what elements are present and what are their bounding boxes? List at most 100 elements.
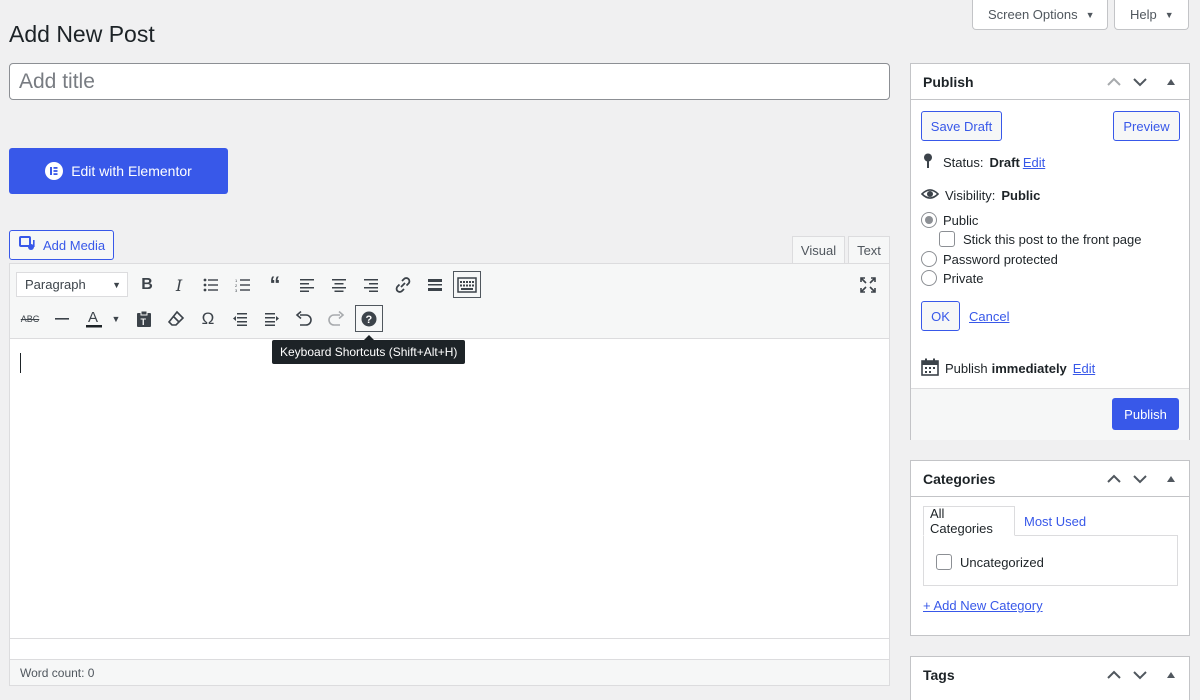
format-select[interactable]: Paragraph ▼ — [16, 272, 128, 297]
categories-box-header: Categories — [911, 461, 1189, 497]
add-new-category-link[interactable]: + Add New Category — [923, 598, 1043, 613]
category-checkbox[interactable] — [936, 554, 952, 570]
publish-time-edit-link[interactable]: Edit — [1073, 361, 1095, 376]
category-item[interactable]: Uncategorized — [936, 554, 1044, 570]
visibility-ok-button[interactable]: OK — [921, 301, 960, 331]
special-character-icon[interactable]: Ω — [195, 306, 221, 332]
text-color-caret-icon[interactable]: ▼ — [109, 306, 123, 332]
chevron-up-icon[interactable] — [1105, 470, 1123, 488]
preview-button[interactable]: Preview — [1113, 111, 1180, 141]
undo-icon[interactable] — [291, 306, 317, 332]
text-cursor — [20, 353, 21, 373]
help-button[interactable]: Help ▼ — [1114, 0, 1189, 30]
chevron-down-icon[interactable] — [1131, 73, 1149, 91]
eye-icon — [920, 188, 940, 203]
link-icon[interactable] — [390, 272, 416, 298]
svg-text:?: ? — [366, 314, 373, 326]
publish-time-row: Publish immediately Edit — [921, 358, 1095, 379]
tab-text[interactable]: Text — [848, 236, 890, 264]
publish-box: Publish Save Draft Preview Status: Draft… — [910, 63, 1190, 440]
publish-box-title: Publish — [923, 73, 974, 90]
visibility-option-private[interactable]: Private — [921, 270, 983, 286]
tab-all-categories[interactable]: All Categories — [923, 506, 1015, 536]
caret-down-icon: ▼ — [1164, 9, 1174, 20]
paste-text-icon[interactable]: T — [131, 306, 157, 332]
status-row: Status: Draft Edit — [923, 153, 1045, 172]
sticky-option[interactable]: Stick this post to the front page — [939, 231, 1142, 247]
radio-public[interactable] — [921, 212, 937, 228]
fullscreen-icon[interactable] — [855, 272, 881, 298]
strikethrough-icon[interactable]: ABC — [17, 306, 43, 332]
visibility-option-password[interactable]: Password protected — [921, 251, 1058, 267]
numbered-list-icon[interactable]: 123 — [230, 272, 256, 298]
pin-icon — [923, 153, 935, 172]
align-center-icon[interactable] — [326, 272, 352, 298]
indent-icon[interactable] — [259, 306, 285, 332]
tab-most-used[interactable]: Most Used — [1018, 506, 1092, 536]
visibility-option-label: Password protected — [943, 251, 1058, 267]
visibility-label: Visibility: — [945, 188, 996, 203]
redo-icon[interactable] — [323, 306, 349, 332]
status-edit-link[interactable]: Edit — [1023, 155, 1045, 170]
toolbar-toggle-icon[interactable] — [453, 271, 481, 298]
keyboard-shortcuts-tooltip: Keyboard Shortcuts (Shift+Alt+H) — [272, 335, 466, 364]
category-list: Uncategorized — [923, 535, 1178, 586]
visibility-option-label: Private — [943, 270, 984, 286]
caret-down-icon: ▼ — [1085, 9, 1095, 20]
clear-formatting-icon[interactable] — [163, 306, 189, 332]
help-label: Help — [1130, 7, 1157, 22]
edit-with-elementor-button[interactable]: Edit with Elementor — [9, 148, 228, 194]
caret-down-icon: ▼ — [112, 280, 121, 290]
status-value: Draft — [989, 155, 1020, 170]
text-color-icon[interactable]: A — [81, 306, 107, 332]
category-label: Uncategorized — [960, 554, 1044, 570]
horizontal-line-icon[interactable] — [49, 306, 75, 332]
svg-text:A: A — [88, 309, 98, 326]
visibility-option-public[interactable]: Public — [921, 212, 978, 228]
chevron-up-icon[interactable] — [1105, 73, 1123, 91]
publish-time-label: Publish — [945, 361, 988, 376]
keyboard-shortcuts-icon[interactable]: ? — [355, 305, 383, 332]
word-count: Word count: 0 — [20, 665, 95, 680]
outdent-icon[interactable] — [227, 306, 253, 332]
screen-options-label: Screen Options — [988, 7, 1078, 22]
add-media-button[interactable]: Add Media — [9, 230, 114, 260]
read-more-icon[interactable] — [422, 272, 448, 298]
collapse-toggle-icon[interactable] — [1162, 470, 1180, 488]
publish-button[interactable]: Publish — [1112, 398, 1179, 430]
elementor-icon — [45, 162, 64, 180]
publish-time-value: immediately — [991, 361, 1067, 376]
publish-actions: Publish — [911, 388, 1189, 440]
italic-icon[interactable]: I — [166, 272, 192, 298]
screen-options-button[interactable]: Screen Options ▼ — [972, 0, 1108, 30]
tab-visual[interactable]: Visual — [792, 236, 845, 264]
visibility-row: Visibility: Public — [920, 188, 1041, 203]
category-tabs: All Categories Most Used Uncategorized — [923, 506, 1178, 586]
calendar-icon — [921, 358, 939, 379]
blockquote-icon[interactable]: “ — [262, 272, 288, 298]
chevron-up-icon[interactable] — [1105, 666, 1123, 684]
collapse-toggle-icon[interactable] — [1162, 666, 1180, 684]
bullet-list-icon[interactable] — [198, 272, 224, 298]
visibility-value: Public — [1001, 188, 1041, 203]
bold-icon[interactable]: B — [134, 272, 160, 298]
save-draft-button[interactable]: Save Draft — [921, 111, 1002, 141]
sticky-checkbox[interactable] — [939, 231, 955, 247]
editor-toolbar: Paragraph ▼ B I 123 “ ABC A ▼ T Ω ? — [10, 264, 889, 339]
chevron-down-icon[interactable] — [1131, 470, 1149, 488]
align-left-icon[interactable] — [294, 272, 320, 298]
visibility-cancel-link[interactable]: Cancel — [969, 309, 1009, 324]
tags-box-title: Tags — [923, 667, 955, 683]
collapse-toggle-icon[interactable] — [1162, 73, 1180, 91]
editor: Paragraph ▼ B I 123 “ ABC A ▼ T Ω ? Keyb… — [9, 263, 890, 686]
tags-box-header: Tags — [911, 657, 1189, 693]
format-select-value: Paragraph — [25, 277, 86, 292]
title-placeholder: Add title — [19, 69, 95, 93]
media-icon — [19, 235, 37, 255]
radio-private[interactable] — [921, 270, 937, 286]
title-input[interactable]: Add title — [9, 63, 890, 100]
radio-password[interactable] — [921, 251, 937, 267]
align-right-icon[interactable] — [358, 272, 384, 298]
chevron-down-icon[interactable] — [1131, 666, 1149, 684]
editor-resize-divider — [10, 638, 889, 639]
